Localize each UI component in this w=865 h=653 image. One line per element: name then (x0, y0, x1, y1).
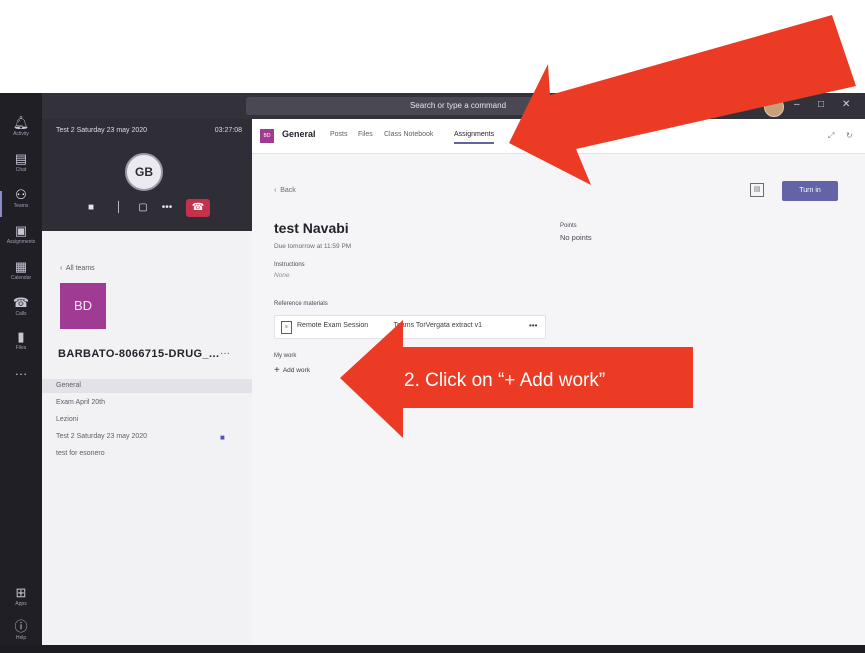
rail-calendar[interactable]: ▦ Calendar (0, 259, 42, 295)
reference-file-name: Remote Exam Session Teams TorVergata ext… (297, 322, 483, 329)
tab-class-notebook[interactable]: Class Notebook (384, 131, 433, 138)
back-button[interactable]: ‹ Back (274, 187, 296, 194)
rail-chat[interactable]: ▤ Chat (0, 151, 42, 187)
minimize-icon[interactable]: – (794, 99, 800, 110)
teams-sidebar: Test 2 Saturday 23 may 2020 03:27:08 GB … (42, 119, 252, 653)
team-more-button[interactable]: ··· (220, 348, 230, 359)
rail-apps[interactable]: ⊞ Apps (0, 585, 42, 621)
phone-icon: ☎ (12, 295, 30, 310)
rail-files[interactable]: ▮ Files (0, 329, 42, 365)
maximize-icon[interactable]: □ (818, 99, 824, 110)
call-avatar: GB (125, 153, 163, 191)
channel-lezioni[interactable]: Lezioni (56, 416, 78, 423)
channel-title: General (282, 129, 316, 139)
bell-icon: 🔔︎ (12, 115, 30, 130)
close-icon[interactable]: ✕ (842, 99, 850, 110)
apps-icon: ⊞ (15, 585, 27, 600)
app-rail: 🔔︎ Activity ▤ Chat ⚇ Teams ▣ Assignments… (0, 93, 42, 653)
channel-general[interactable]: General (42, 379, 252, 393)
immersive-reader-icon[interactable]: ▤ (750, 183, 764, 197)
call-title: Test 2 Saturday 23 may 2020 (56, 127, 148, 134)
chat-icon: ▤ (14, 151, 28, 166)
title-bar: Search or type a command – □ ✕ (42, 93, 865, 119)
points-label: Points (560, 223, 577, 229)
more-icon: … (14, 363, 28, 378)
chevron-left-icon: ‹ (60, 265, 63, 272)
tab-files[interactable]: Files (358, 131, 373, 138)
os-taskbar (0, 645, 865, 653)
channel-test-2[interactable]: Test 2 Saturday 23 may 2020 (56, 433, 147, 440)
camera-icon[interactable]: ■ (82, 201, 100, 215)
instructions-label: Instructions (274, 262, 305, 268)
help-icon: ⓘ (14, 619, 28, 634)
document-icon: ≡ (281, 321, 292, 334)
teams-icon: ⚇ (15, 187, 27, 202)
refresh-icon[interactable]: ↻ (846, 131, 853, 140)
reference-more-button[interactable]: ••• (529, 321, 537, 330)
my-work-label: My work (274, 353, 297, 359)
files-icon: ▮ (17, 329, 25, 344)
rail-more[interactable]: … (0, 363, 42, 399)
team-logo: BD (60, 283, 106, 329)
more-options-icon[interactable]: ••• (158, 201, 176, 215)
hang-up-icon: ☎ (191, 202, 205, 213)
calendar-icon: ▦ (14, 259, 28, 274)
rail-teams[interactable]: ⚇ Teams (0, 187, 42, 223)
team-name: BARBATO-8066715-DRUG_... (58, 348, 220, 360)
all-teams-link[interactable]: ‹ All teams (60, 265, 95, 272)
expand-icon[interactable]: ⤢ (828, 131, 834, 141)
points-value: No points (560, 233, 592, 242)
chevron-left-icon: ‹ (274, 187, 277, 194)
call-timer: 03:27:08 (214, 127, 242, 134)
assignment-title: test Navabi (274, 220, 349, 236)
search-placeholder: Search or type a command (409, 101, 507, 110)
channel-test-esonero[interactable]: test for esonero (56, 450, 105, 457)
profile-avatar[interactable] (764, 97, 784, 117)
microphone-icon[interactable]: │ (110, 201, 128, 215)
channel-header: BD General Posts Files Class Notebook As… (252, 119, 865, 154)
rail-calls[interactable]: ☎ Calls (0, 295, 42, 331)
tab-assignments[interactable]: Assignments (454, 131, 495, 144)
plus-icon: + (274, 365, 280, 376)
assignments-icon: ▣ (14, 223, 28, 238)
search-bar[interactable]: Search or type a command (246, 97, 670, 115)
rail-activity[interactable]: 🔔︎ Activity (0, 115, 42, 151)
call-panel: Test 2 Saturday 23 may 2020 03:27:08 GB … (42, 119, 252, 231)
rail-assignments[interactable]: ▣ Assignments (0, 223, 42, 259)
turn-in-button[interactable]: Turn in (782, 181, 838, 201)
reference-materials-label: Reference materials (274, 301, 328, 307)
hang-up-button[interactable]: ☎ (186, 199, 210, 217)
add-work-button[interactable]: + Add work (274, 365, 310, 376)
annotation-step-2: 2. Click on “+ Add work” (404, 370, 606, 391)
share-screen-icon[interactable]: ▢ (134, 201, 152, 215)
assignment-due: Due tomorrow at 11:59 PM (274, 243, 352, 250)
instructions-value: None (274, 272, 290, 279)
channel-logo: BD (260, 129, 274, 143)
channel-exam-april[interactable]: Exam April 20th (56, 399, 105, 406)
meeting-camera-icon: ■ (220, 433, 225, 442)
tab-posts[interactable]: Posts (330, 131, 348, 138)
annotation-step-1: 1. Click on “Assignment” (568, 5, 774, 73)
reference-file[interactable]: ≡ Remote Exam Session Teams TorVergata e… (274, 315, 546, 339)
